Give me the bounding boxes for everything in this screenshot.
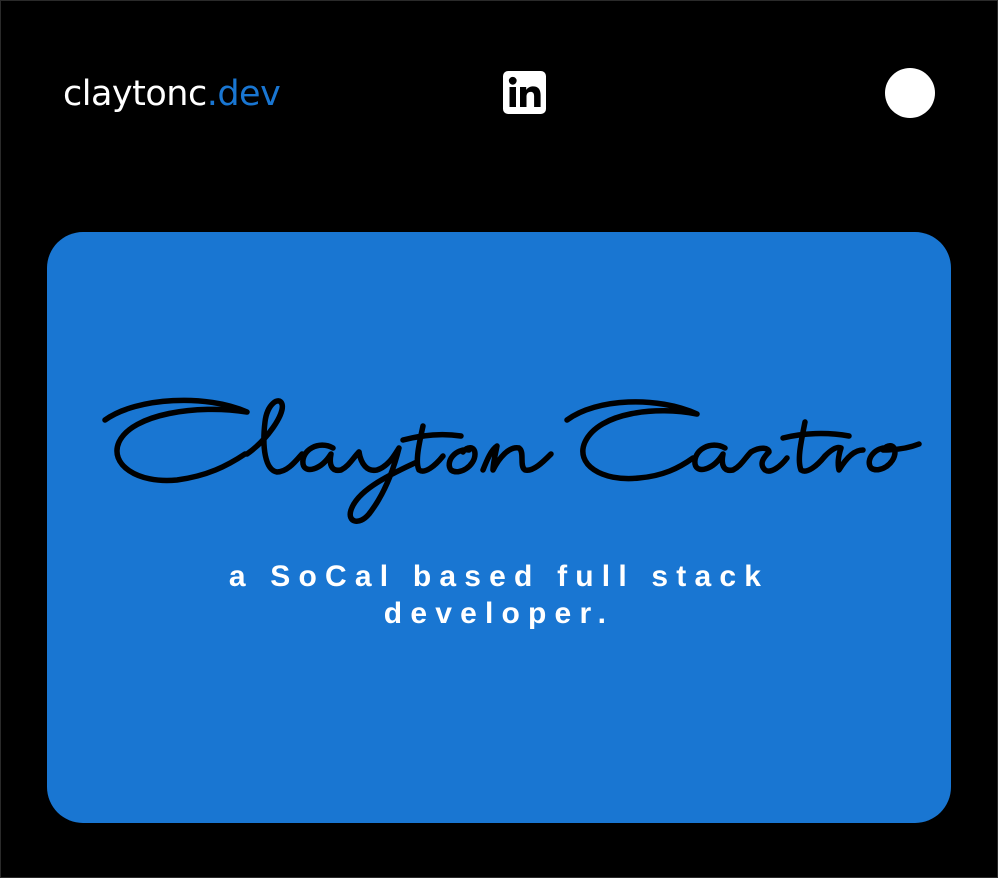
linkedin-icon[interactable]: [503, 71, 546, 114]
page: claytonc.dev a SoCal based full stack de…: [0, 0, 998, 878]
brand-tld: .dev: [206, 74, 281, 114]
tagline-line-1: a SoCal based full stack: [228, 560, 770, 593]
hero-card: a SoCal based full stack developer.: [47, 232, 951, 823]
signature-name: [102, 397, 922, 524]
tagline-line-2: developer.: [383, 597, 615, 630]
brand-name: claytonc: [63, 74, 207, 114]
brand-logo-link[interactable]: claytonc.dev: [63, 71, 281, 117]
tagline: a SoCal based full stack developer.: [47, 558, 951, 632]
theme-toggle-button[interactable]: [885, 68, 935, 118]
